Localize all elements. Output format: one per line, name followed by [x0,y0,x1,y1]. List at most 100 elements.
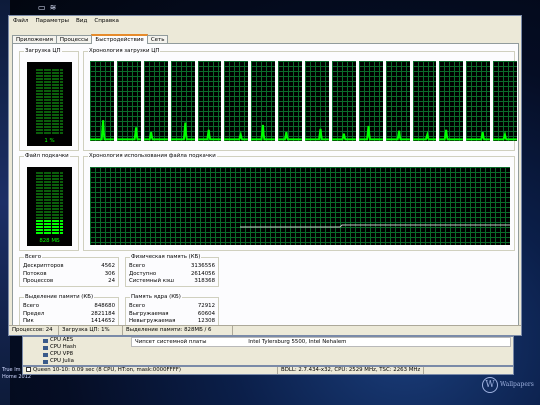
meter-segment [36,211,63,213]
cpu-core-svg [332,61,356,141]
cpu-core-line [251,125,275,139]
meter-segment [36,111,63,113]
meter-segment [36,175,63,177]
meter-segment [36,126,63,128]
totals-table: Дескрипторов 4562 Потоков 306 Процессов 24 [23,263,115,286]
cpu-core-graph [90,61,114,141]
menu-view[interactable]: Вид [76,18,87,24]
cpu-core-line [224,135,248,140]
watermark-logo: W Wallpapers [482,377,534,399]
cpu-usage-value: 1 % [44,138,55,144]
meter-segment [36,232,63,234]
meter-segment [36,75,63,77]
menu-options[interactable]: Параметры [35,18,69,24]
kernel-memory-group: Память ядра (КБ) Всего 72912 Выгружаемая 6… [125,294,219,327]
cpu-core-svg [439,61,463,141]
status-processes: Процессов: 24 [9,326,59,335]
cpu-core-svg [224,61,248,141]
pagefile-meter: 828 МБ [27,167,72,246]
commit-charge-group: Выделение памяти (КБ) Всего 848680 Предел… [19,294,119,327]
cpu-core-graph [439,61,464,141]
pagefile-history-graph [90,167,510,245]
cpu-core-line [117,127,141,139]
menu-help[interactable]: Справка [94,18,119,24]
meter-bars [36,66,63,134]
meter-segment [36,178,63,180]
meter-segment [36,108,63,110]
cpu-core-svg [386,61,410,141]
benchmark-window: CPU AES CPU Hash CPU VP8 CPU Julia Чипсе… [22,336,514,366]
stat-label: Выгружаемая [129,310,169,317]
wifi-icon[interactable]: ≋ [50,3,57,12]
meter-segment [36,93,63,95]
meter-segment [36,199,63,201]
tree-item[interactable]: CPU Hash [43,344,143,351]
chipset-value: Intel Tylersburg 5500, Intel Nehalem [248,339,347,345]
chipset-label: Чипсет системной платы [135,339,207,345]
meter-segment [36,196,63,198]
meter-segment [36,78,63,80]
stat-row: Системный кэш 318368 [129,278,215,286]
totals-title: Всего [24,254,43,261]
meter-segment [36,202,63,204]
physical-memory-table: Всего 3136556 Доступно 2614056 Системный к… [129,263,215,286]
folder-icon[interactable]: ▭ [38,3,46,12]
tree-item-label: CPU Julia [50,358,74,364]
status-bar: Процессов: 24 Загрузка ЦП: 1% Выделение … [9,325,521,335]
stat-label: Всего [23,303,40,309]
cpu-core-graph [251,61,276,141]
cpu-core-line [413,135,437,140]
status-cpu: Загрузка ЦП: 1% [59,326,123,335]
cpu-core-svg [466,61,490,141]
meter-segment [36,208,63,210]
stat-row: Всего 72912 [129,303,215,311]
cpu-core-line [359,126,383,139]
physical-memory-title: Физическая память (КБ) [130,254,202,261]
tree-item[interactable]: CPU Julia [43,358,143,365]
tree-item-label: CPU AES [50,337,74,343]
meter-segment [36,184,63,186]
commit-charge-title: Выделение памяти (КБ) [24,294,95,301]
desktop-icon-label[interactable]: True Im [2,367,21,373]
tree-item[interactable]: CPU AES [43,337,143,344]
cpu-core-graph [116,61,141,141]
meter-segment [36,114,63,116]
meter-segment [36,132,63,134]
meter-segment [36,90,63,92]
menu-file[interactable]: Файл [13,18,28,24]
cpu-core-svg [493,61,517,141]
stat-value: 306 [104,270,115,277]
tree-item[interactable]: CPU VP8 [43,351,143,358]
meter-segment [36,72,63,74]
benchmark-result-text: Queen 10-10: 0.09 sec (8 CPU, HT:on, mas… [33,367,182,373]
chipset-info-row[interactable]: Чипсет системной платы Intel Tylersburg … [131,337,511,347]
stat-value: 2614056 [190,270,215,277]
stat-value: 4562 [101,263,115,269]
cpu-core-svg [171,61,195,141]
meter-segment [36,69,63,71]
pagefile-group: Файл подкачки 828 МБ [19,153,79,251]
checkbox-icon[interactable] [26,367,31,372]
cpu-core-line [90,120,114,139]
meter-segment [36,229,63,231]
kernel-memory-table: Всего 72912 Выгружаемая 60604 Невыгружаема… [129,303,215,326]
stat-value: 3136556 [190,263,215,269]
meter-segment [36,217,63,219]
performance-panel: Загрузка ЦП 1 % Хронология загрузки ЦП Ф… [12,43,519,333]
cpu-core-line [198,130,222,140]
stat-label: Всего [129,263,146,269]
logo-text: Wallpapers [500,381,534,388]
cpu-core-graph [493,61,517,141]
meter-segment [36,220,63,222]
tab-performance[interactable]: Быстродействие [91,34,148,44]
stat-row: Процессов 24 [23,278,115,286]
stat-label: Дескрипторов [23,263,64,269]
cpu-core-line [439,130,463,140]
cpu-core-line [332,134,356,140]
cpu-core-svg [144,61,168,141]
cpu-test-icon [43,345,48,350]
cpu-core-svg [117,61,141,141]
cpu-core-line [278,132,302,139]
stat-value: 60604 [197,310,215,317]
pagefile-value: 828 МБ [39,238,60,244]
